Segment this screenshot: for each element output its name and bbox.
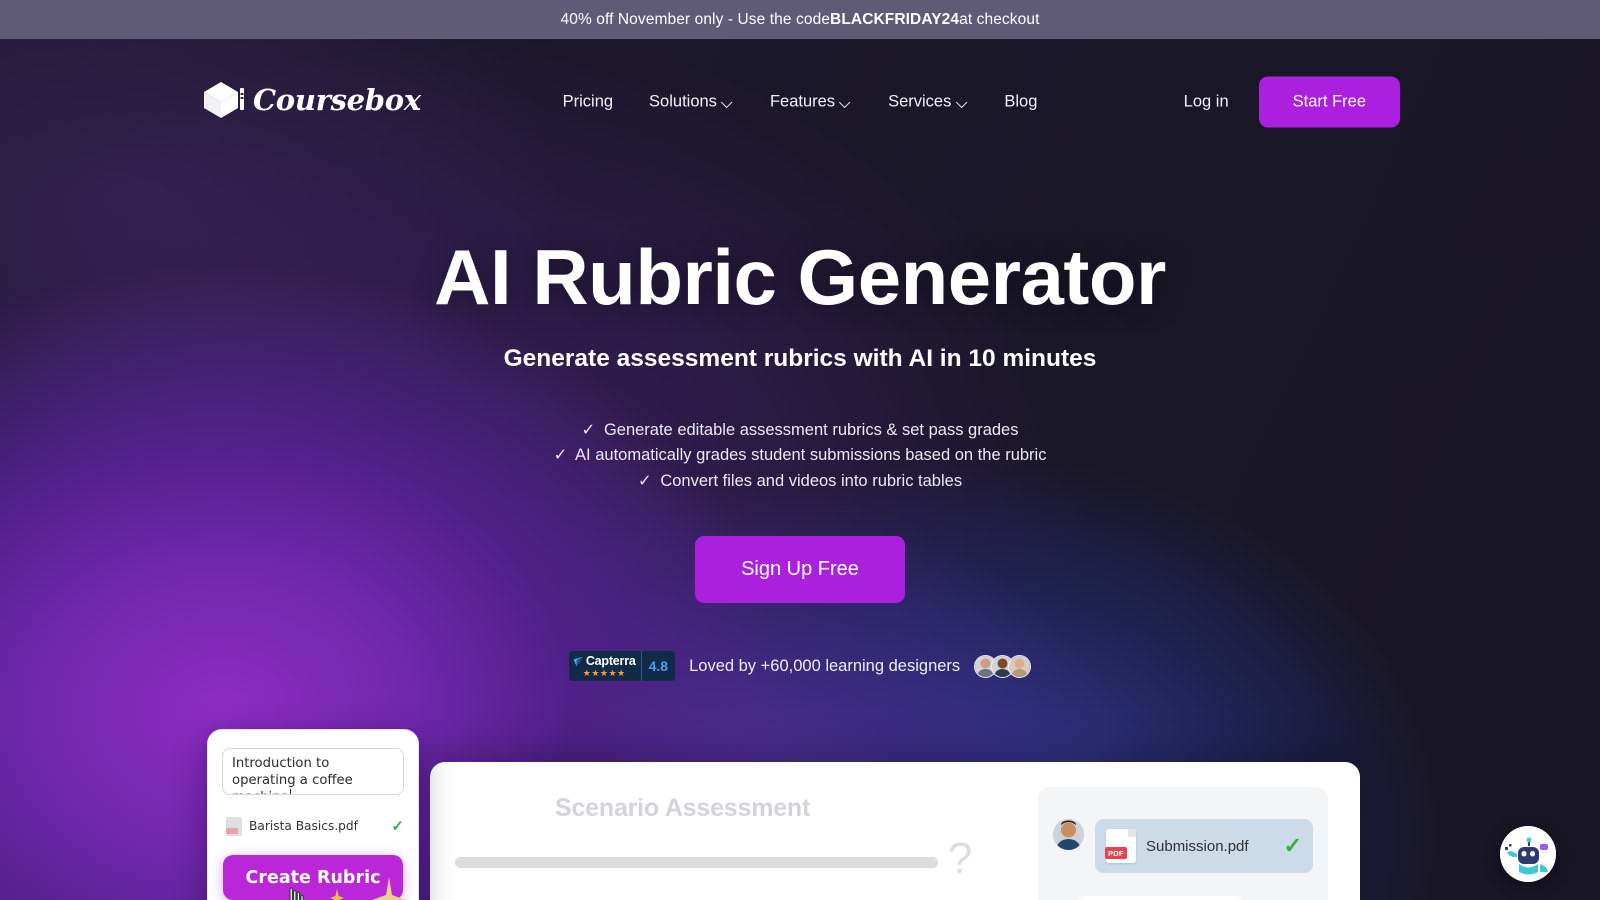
sparkle-icon [372, 877, 406, 900]
capterra-stars-icon: ★★★★★ [582, 668, 626, 679]
placeholder-bar [455, 857, 938, 868]
chatbot-launcher[interactable] [1500, 826, 1556, 882]
page-title: AI Rubric Generator [434, 233, 1166, 321]
chevron-down-icon [957, 97, 968, 108]
nav-item-solutions[interactable]: Solutions [631, 82, 752, 121]
promo-banner: 40% off November only - Use the code BLA… [0, 0, 1600, 39]
nav-item-pricing[interactable]: Pricing [545, 82, 631, 121]
capterra-brand: Capterra [573, 654, 636, 668]
capterra-badge-left: Capterra ★★★★★ [569, 651, 641, 681]
nav-label-services: Services [888, 92, 952, 110]
pdf-file-icon [226, 816, 242, 836]
social-proof: Capterra ★★★★★ 4.8 Loved by +60,000 lear… [0, 651, 1600, 682]
course-title-value: Introduction to operating a coffee machi… [232, 756, 353, 794]
social-proof-text: Loved by +60,000 learning designers [689, 656, 961, 675]
feature-list: ✓ Generate editable assessment rubrics &… [0, 418, 1600, 495]
feature-line: ✓ AI automatically grades student submis… [0, 443, 1600, 469]
capterra-badge[interactable]: Capterra ★★★★★ 4.8 [568, 651, 676, 682]
check-icon: ✓ [553, 446, 568, 465]
header-actions: Log in Start Free [1184, 76, 1400, 127]
robot-icon [1500, 826, 1556, 882]
feature-text: AI automatically grades student submissi… [575, 446, 1047, 465]
pdf-tag-label: PDF [1105, 847, 1127, 859]
capterra-arrow-icon [573, 656, 583, 667]
main-navigation: Pricing Solutions Features Services Blog [545, 82, 1056, 121]
nav-item-features[interactable]: Features [752, 82, 870, 121]
text-caret [289, 789, 292, 794]
capterra-name: Capterra [585, 654, 636, 669]
feature-text: Convert files and videos into rubric tab… [660, 471, 963, 490]
promo-suffix: at checkout [959, 10, 1040, 28]
course-title-input[interactable]: Introduction to operating a coffee machi… [222, 748, 404, 795]
nav-item-blog[interactable]: Blog [986, 82, 1055, 121]
nav-label-blog: Blog [1004, 92, 1038, 110]
submission-file-row[interactable]: PDF Submission.pdf ✓ [1095, 819, 1313, 873]
check-icon: ✓ [581, 420, 596, 439]
scenario-assessment-title: Scenario Assessment [555, 794, 811, 822]
feature-line: ✓ Convert files and videos into rubric t… [0, 469, 1600, 495]
coursebox-cube-icon [200, 79, 246, 121]
hand-cursor-icon [283, 887, 309, 900]
nav-label-solutions: Solutions [649, 92, 717, 110]
avatar-stack [974, 654, 1032, 678]
avatar [1053, 819, 1084, 850]
logo[interactable]: Coursebox [200, 79, 421, 121]
logo-text: Coursebox [253, 83, 421, 117]
uploaded-file-row: Barista Basics.pdf ✓ [226, 815, 404, 837]
start-free-button[interactable]: Start Free [1258, 76, 1400, 127]
login-link[interactable]: Log in [1184, 92, 1229, 111]
nav-item-services[interactable]: Services [870, 82, 986, 121]
pdf-file-icon: PDF [1105, 829, 1136, 863]
submission-file-name: Submission.pdf [1146, 837, 1249, 855]
page-subtitle: Generate assessment rubrics with AI in 1… [503, 344, 1097, 372]
check-icon: ✓ [637, 471, 652, 490]
promo-code: BLACKFRIDAY24 [830, 10, 960, 28]
nav-label-features: Features [769, 92, 836, 110]
check-icon: ✓ [1283, 833, 1302, 858]
feature-text: Generate editable assessment rubrics & s… [603, 420, 1019, 439]
avatar [1008, 654, 1032, 678]
sparkle-icon [330, 889, 344, 900]
nav-label-pricing: Pricing [562, 92, 614, 110]
site-header: Coursebox Pricing Solutions Features Ser… [0, 39, 1600, 164]
grade-chart-card [1077, 896, 1245, 900]
capterra-rating: 4.8 [640, 651, 675, 682]
sign-up-free-button[interactable]: Sign Up Free [695, 536, 905, 604]
promo-prefix: 40% off November only - Use the code [560, 10, 831, 28]
chevron-down-icon [723, 97, 734, 108]
question-mark-icon: ? [948, 834, 973, 883]
feature-line: ✓ Generate editable assessment rubrics &… [0, 418, 1600, 444]
check-icon: ✓ [391, 817, 404, 835]
uploaded-file-name: Barista Basics.pdf [249, 819, 358, 833]
hero-section: Coursebox Pricing Solutions Features Ser… [0, 39, 1600, 900]
chevron-down-icon [841, 97, 852, 108]
